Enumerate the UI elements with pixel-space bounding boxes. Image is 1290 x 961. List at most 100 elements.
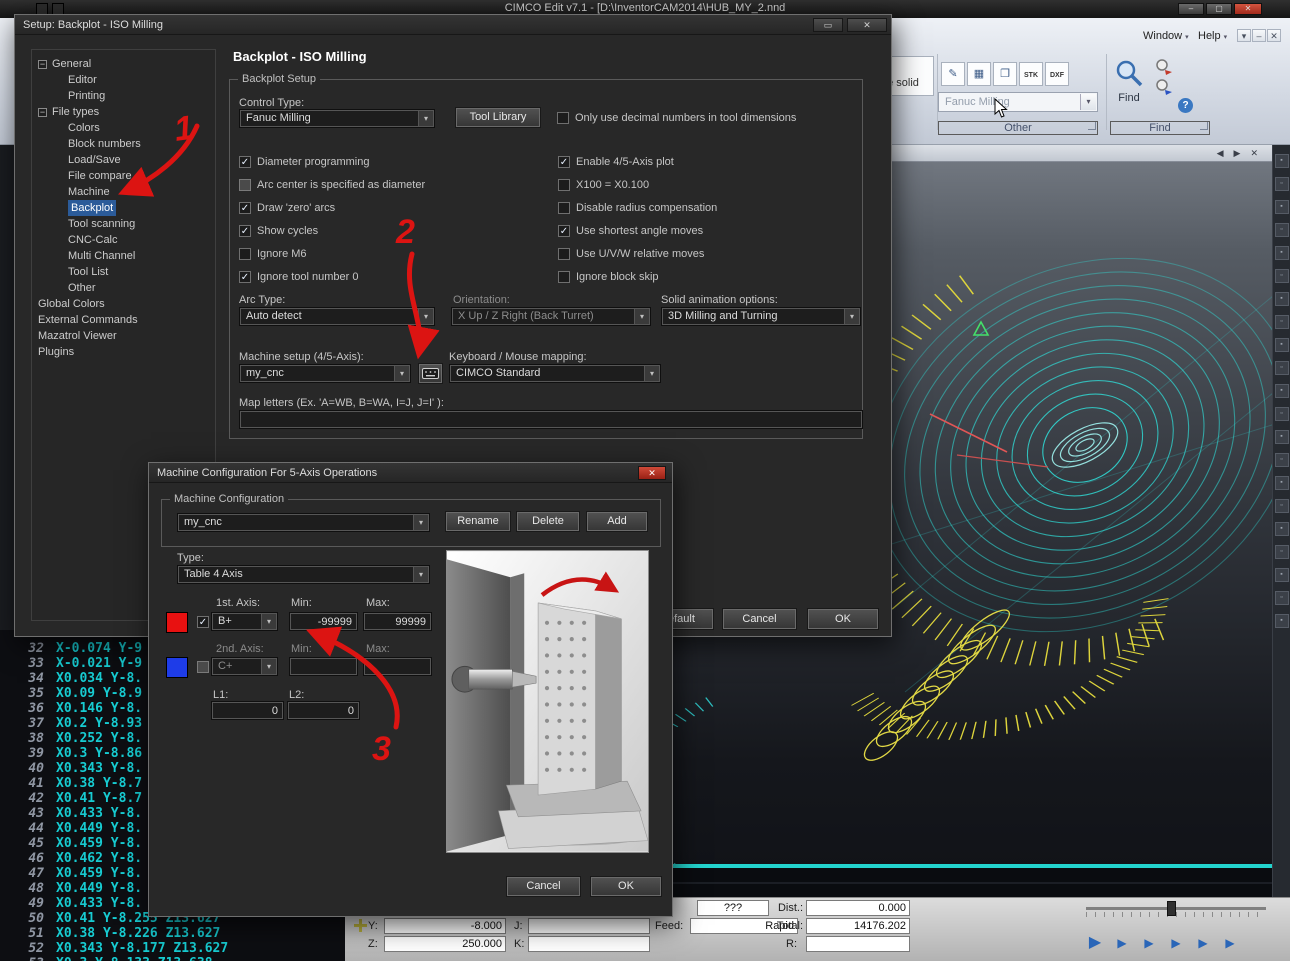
- tree-item-machine[interactable]: Machine: [32, 184, 215, 200]
- viewport-tool-button[interactable]: ▪: [1275, 154, 1289, 168]
- windows-icon[interactable]: ❐: [993, 62, 1017, 86]
- checkbox-x100-x0-100[interactable]: X100 = X0.100: [558, 178, 717, 192]
- viewport-tool-button[interactable]: ▪: [1275, 430, 1289, 444]
- gcode-line[interactable]: 52X0.343 Y-8.177 Z13.627: [0, 941, 345, 956]
- dialog-launcher-icon[interactable]: [1088, 122, 1096, 130]
- step-rapid-button[interactable]: ▶: [1164, 934, 1188, 952]
- tree-item-mazatrol-viewer[interactable]: Mazatrol Viewer: [32, 328, 215, 344]
- total-field[interactable]: [806, 918, 910, 934]
- control-type-select[interactable]: Fanuc Milling ▾: [239, 109, 435, 128]
- doc-close-button[interactable]: ✕: [1267, 29, 1281, 42]
- find-next-icon[interactable]: [1155, 58, 1173, 76]
- arc-type-select[interactable]: Auto detect ▾: [239, 307, 435, 326]
- axis1-select[interactable]: B+ ▾: [211, 612, 278, 631]
- checkbox-box[interactable]: ✓: [558, 156, 570, 168]
- close-button[interactable]: ✕: [1234, 3, 1262, 15]
- cancel-button[interactable]: Cancel: [506, 876, 581, 897]
- tree-expander-icon[interactable]: −: [38, 108, 47, 117]
- dialog-maximize-button[interactable]: ▭: [813, 18, 843, 32]
- machine-setup-select[interactable]: my_cnc ▾: [239, 364, 411, 383]
- viewport-tool-button[interactable]: ▪: [1275, 200, 1289, 214]
- viewport-tool-button[interactable]: ▪: [1275, 614, 1289, 628]
- checkbox-arc-center-is-specified-as-diameter[interactable]: Arc center is specified as diameter: [239, 178, 425, 192]
- dxf-export-icon[interactable]: DXF: [1045, 62, 1069, 86]
- minimize-button[interactable]: –: [1178, 3, 1204, 15]
- checkbox-box[interactable]: [558, 248, 570, 260]
- viewport-tool-button[interactable]: ▪: [1275, 522, 1289, 536]
- simulation-slider-handle[interactable]: [1167, 901, 1176, 916]
- checkbox-box[interactable]: [558, 202, 570, 214]
- keyboard-mapping-select[interactable]: CIMCO Standard ▾: [449, 364, 661, 383]
- tab-prev-icon[interactable]: ◀: [1217, 146, 1224, 161]
- axis2-min-field[interactable]: [289, 657, 358, 676]
- axis2-checkbox[interactable]: [197, 661, 209, 673]
- viewport-tool-button[interactable]: ▪: [1275, 476, 1289, 490]
- checkbox-show-cycles[interactable]: ✓Show cycles: [239, 224, 425, 238]
- maximize-button[interactable]: ▢: [1206, 3, 1232, 15]
- y-field[interactable]: [384, 918, 506, 934]
- r-field[interactable]: [806, 936, 910, 952]
- doc-minimize-button[interactable]: –: [1252, 29, 1266, 42]
- map-letters-field[interactable]: [239, 410, 863, 429]
- menu-window[interactable]: Window▾: [1143, 30, 1189, 42]
- z-field[interactable]: [384, 936, 506, 952]
- checkbox-diameter-programming[interactable]: ✓Diameter programming: [239, 155, 425, 169]
- type-select[interactable]: Table 4 Axis ▾: [177, 565, 430, 584]
- axis1-min-field[interactable]: [289, 612, 358, 631]
- l1-field[interactable]: [211, 701, 284, 720]
- k-field[interactable]: [528, 936, 650, 952]
- checkbox-box[interactable]: [239, 179, 251, 191]
- checkbox-ignore-m6[interactable]: Ignore M6: [239, 247, 425, 261]
- tree-item-general[interactable]: −General: [32, 56, 215, 72]
- checkbox-disable-radius-compensation[interactable]: Disable radius compensation: [558, 201, 717, 215]
- checkbox-ignore-tool-number-0[interactable]: ✓Ignore tool number 0: [239, 270, 425, 284]
- viewport-tool-button[interactable]: ▫: [1275, 223, 1289, 237]
- find-previous-icon[interactable]: [1155, 78, 1173, 96]
- gcode-line[interactable]: 53X0.3 Y-8.133 Z13.638: [0, 956, 345, 961]
- tree-item-other[interactable]: Other: [32, 280, 215, 296]
- checkbox-box[interactable]: [558, 179, 570, 191]
- ok-button[interactable]: OK: [807, 608, 879, 630]
- grid-icon[interactable]: ▦: [967, 62, 991, 86]
- tree-expander-icon[interactable]: −: [38, 60, 47, 69]
- axis1-checkbox[interactable]: ✓: [197, 616, 209, 628]
- ok-button[interactable]: OK: [590, 876, 662, 897]
- step-single-button[interactable]: ▶: [1137, 934, 1161, 952]
- checkbox-only-use-decimal-numbers-in-tool-dimensions[interactable]: Only use decimal numbers in tool dimensi…: [557, 111, 796, 125]
- tree-item-multi-channel[interactable]: Multi Channel: [32, 248, 215, 264]
- solid-animation-select[interactable]: 3D Milling and Turning ▾: [661, 307, 861, 326]
- viewport-tool-button[interactable]: ▫: [1275, 453, 1289, 467]
- tab-close-icon[interactable]: ✕: [1250, 146, 1258, 161]
- viewport-tool-button[interactable]: ▫: [1275, 591, 1289, 605]
- viewport-tool-button[interactable]: ▪: [1275, 292, 1289, 306]
- viewport-tool-button[interactable]: ▫: [1275, 177, 1289, 191]
- machine-select[interactable]: my_cnc ▾: [177, 513, 430, 532]
- find-icon[interactable]: [1114, 58, 1144, 88]
- axis2-color-swatch[interactable]: [166, 657, 188, 678]
- dist-field[interactable]: [806, 900, 910, 916]
- tool-library-button[interactable]: Tool Library: [455, 107, 541, 128]
- add-button[interactable]: Add: [586, 511, 648, 532]
- pause-button[interactable]: ▶: [1110, 934, 1134, 952]
- checkbox-box[interactable]: [239, 248, 251, 260]
- j-field[interactable]: [528, 918, 650, 934]
- checkbox-box[interactable]: ✓: [558, 225, 570, 237]
- tree-item-file-compare[interactable]: File compare: [32, 168, 215, 184]
- tree-item-file-types[interactable]: −File types: [32, 104, 215, 120]
- find-button-label[interactable]: Find: [1112, 92, 1146, 104]
- cancel-button[interactable]: Cancel: [722, 608, 797, 630]
- menu-help[interactable]: Help▾: [1198, 30, 1227, 42]
- dialog-close-button[interactable]: ✕: [638, 466, 666, 480]
- tab-next-icon[interactable]: ▶: [1234, 146, 1241, 161]
- tree-item-load-save[interactable]: Load/Save: [32, 152, 215, 168]
- gcode-line[interactable]: 51X0.38 Y-8.226 Z13.627: [0, 926, 345, 941]
- tree-item-tool-scanning[interactable]: Tool scanning: [32, 216, 215, 232]
- tree-item-plugins[interactable]: Plugins: [32, 344, 215, 360]
- dialog-close-button[interactable]: ✕: [847, 18, 887, 32]
- tree-item-printing[interactable]: Printing: [32, 88, 215, 104]
- machine-dialog-titlebar[interactable]: Machine Configuration For 5-Axis Operati…: [149, 463, 672, 483]
- checkbox-use-u-v-w-relative-moves[interactable]: Use U/V/W relative moves: [558, 247, 717, 261]
- viewport-tool-button[interactable]: ▫: [1275, 407, 1289, 421]
- delete-button[interactable]: Delete: [516, 511, 580, 532]
- checkbox-box[interactable]: ✓: [239, 271, 251, 283]
